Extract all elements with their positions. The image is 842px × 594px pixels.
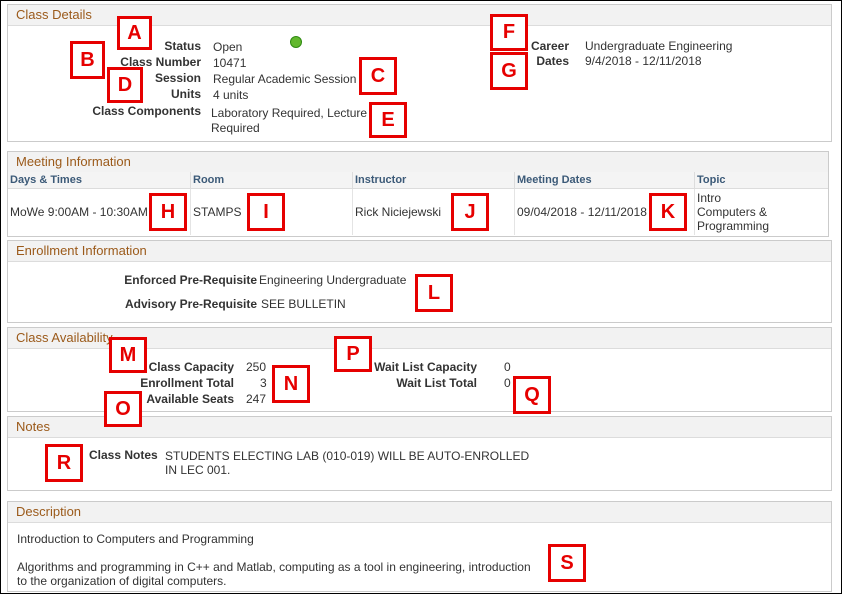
class-notes-label: Class Notes (89, 448, 158, 462)
session-value: Regular Academic Session (213, 72, 357, 86)
class-components-line2: Required (211, 121, 260, 135)
meeting-information-panel: Meeting Information Days & Times Room In… (7, 151, 829, 237)
description-body: Algorithms and programming in C++ and Ma… (17, 560, 531, 588)
class-capacity-value: 250 (246, 360, 267, 374)
career-value: Undergraduate Engineering (585, 39, 733, 53)
dates-value: 9/4/2018 - 12/11/2018 (585, 54, 702, 68)
description-title: Description (8, 502, 831, 523)
class-capacity-label: Class Capacity (148, 360, 234, 374)
description-body-line1: Algorithms and programming in C++ and Ma… (17, 560, 531, 574)
meeting-information-title: Meeting Information (8, 152, 828, 173)
enrollment-information-title: Enrollment Information (8, 241, 831, 262)
advisory-prereq-value: SEE BULLETIN (261, 297, 346, 311)
class-notes-line2: IN LEC 001. (165, 463, 231, 477)
annotation-badge-k: K (649, 193, 687, 231)
annotation-badge-o: O (104, 391, 142, 427)
status-open-icon (290, 36, 302, 48)
wait-list-total-value: 0 (504, 376, 511, 390)
class-components-line1: Laboratory Required, Lecture (211, 106, 368, 120)
session-label: Session (154, 71, 201, 85)
status-value: Open (213, 40, 243, 54)
enrollment-total-value: 3 (260, 376, 267, 390)
description-body-line2: to the organization of digital computers… (17, 574, 227, 588)
description-heading: Introduction to Computers and Programmin… (17, 532, 254, 546)
annotation-badge-i: I (247, 193, 285, 231)
wait-list-capacity-label: Wait List Capacity (374, 360, 477, 374)
col-room: Room (190, 172, 353, 189)
annotation-badge-h: H (149, 193, 187, 231)
col-topic: Topic (694, 172, 828, 189)
description-panel: Description Introduction to Computers an… (7, 501, 832, 592)
units-value: 4 units (213, 88, 249, 102)
available-seats-label: Available Seats (146, 392, 234, 406)
enforced-prereq-value: Engineering Undergraduate (259, 273, 407, 287)
enforced-prereq-label: Enforced Pre-Requisite (124, 273, 257, 287)
meeting-table: Days & Times Room Instructor Meeting Dat… (8, 172, 828, 235)
career-label: Career (530, 39, 569, 53)
annotation-badge-f: F (490, 14, 528, 51)
page-frame: Class Details Status Open Class Number 1… (0, 0, 842, 594)
topic-line2: Computers & (697, 205, 768, 219)
annotation-badge-c: C (359, 57, 397, 95)
annotation-badge-d: D (107, 67, 143, 103)
wait-list-total-label: Wait List Total (396, 376, 477, 390)
status-label: Status (164, 39, 201, 53)
annotation-badge-b: B (70, 41, 105, 79)
col-meeting-dates: Meeting Dates (514, 172, 695, 189)
enrollment-total-label: Enrollment Total (140, 376, 234, 390)
class-components-value: Laboratory Required, Lecture Required (211, 106, 367, 136)
annotation-badge-e: E (369, 102, 407, 138)
annotation-badge-l: L (415, 274, 453, 312)
units-label: Units (171, 87, 201, 101)
notes-panel: Notes Class Notes STUDENTS ELECTING LAB … (7, 416, 832, 491)
annotation-badge-m: M (109, 337, 147, 373)
class-number-value: 10471 (213, 56, 247, 70)
class-components-label: Class Components (92, 104, 201, 118)
annotation-badge-r: R (45, 444, 83, 482)
annotation-badge-j: J (451, 193, 489, 231)
annotation-badge-g: G (490, 52, 528, 90)
topic-line1: Intro (697, 191, 722, 205)
dates-label: Dates (536, 54, 569, 68)
col-instructor: Instructor (352, 172, 515, 189)
annotation-badge-a: A (117, 16, 152, 50)
class-notes-value: STUDENTS ELECTING LAB (010-019) WILL BE … (165, 449, 529, 477)
meeting-table-header: Days & Times Room Instructor Meeting Dat… (8, 172, 828, 189)
col-days-times: Days & Times (8, 172, 191, 189)
table-row: MoWe 9:00AM - 10:30AM STAMPS Rick Niciej… (8, 188, 829, 236)
annotation-badge-p: P (334, 336, 372, 372)
topic-cell: Intro Computers & Programming (695, 189, 829, 236)
wait-list-capacity-value: 0 (504, 360, 511, 374)
annotation-badge-n: N (272, 365, 310, 403)
topic-line3: Programming (697, 219, 770, 233)
instructor-cell: Rick Niciejewski (352, 188, 515, 235)
annotation-badge-s: S (548, 544, 586, 582)
class-notes-line1: STUDENTS ELECTING LAB (010-019) WILL BE … (165, 449, 530, 463)
available-seats-value: 247 (246, 392, 267, 406)
annotation-badge-q: Q (513, 376, 551, 414)
advisory-prereq-label: Advisory Pre-Requisite (124, 297, 257, 311)
